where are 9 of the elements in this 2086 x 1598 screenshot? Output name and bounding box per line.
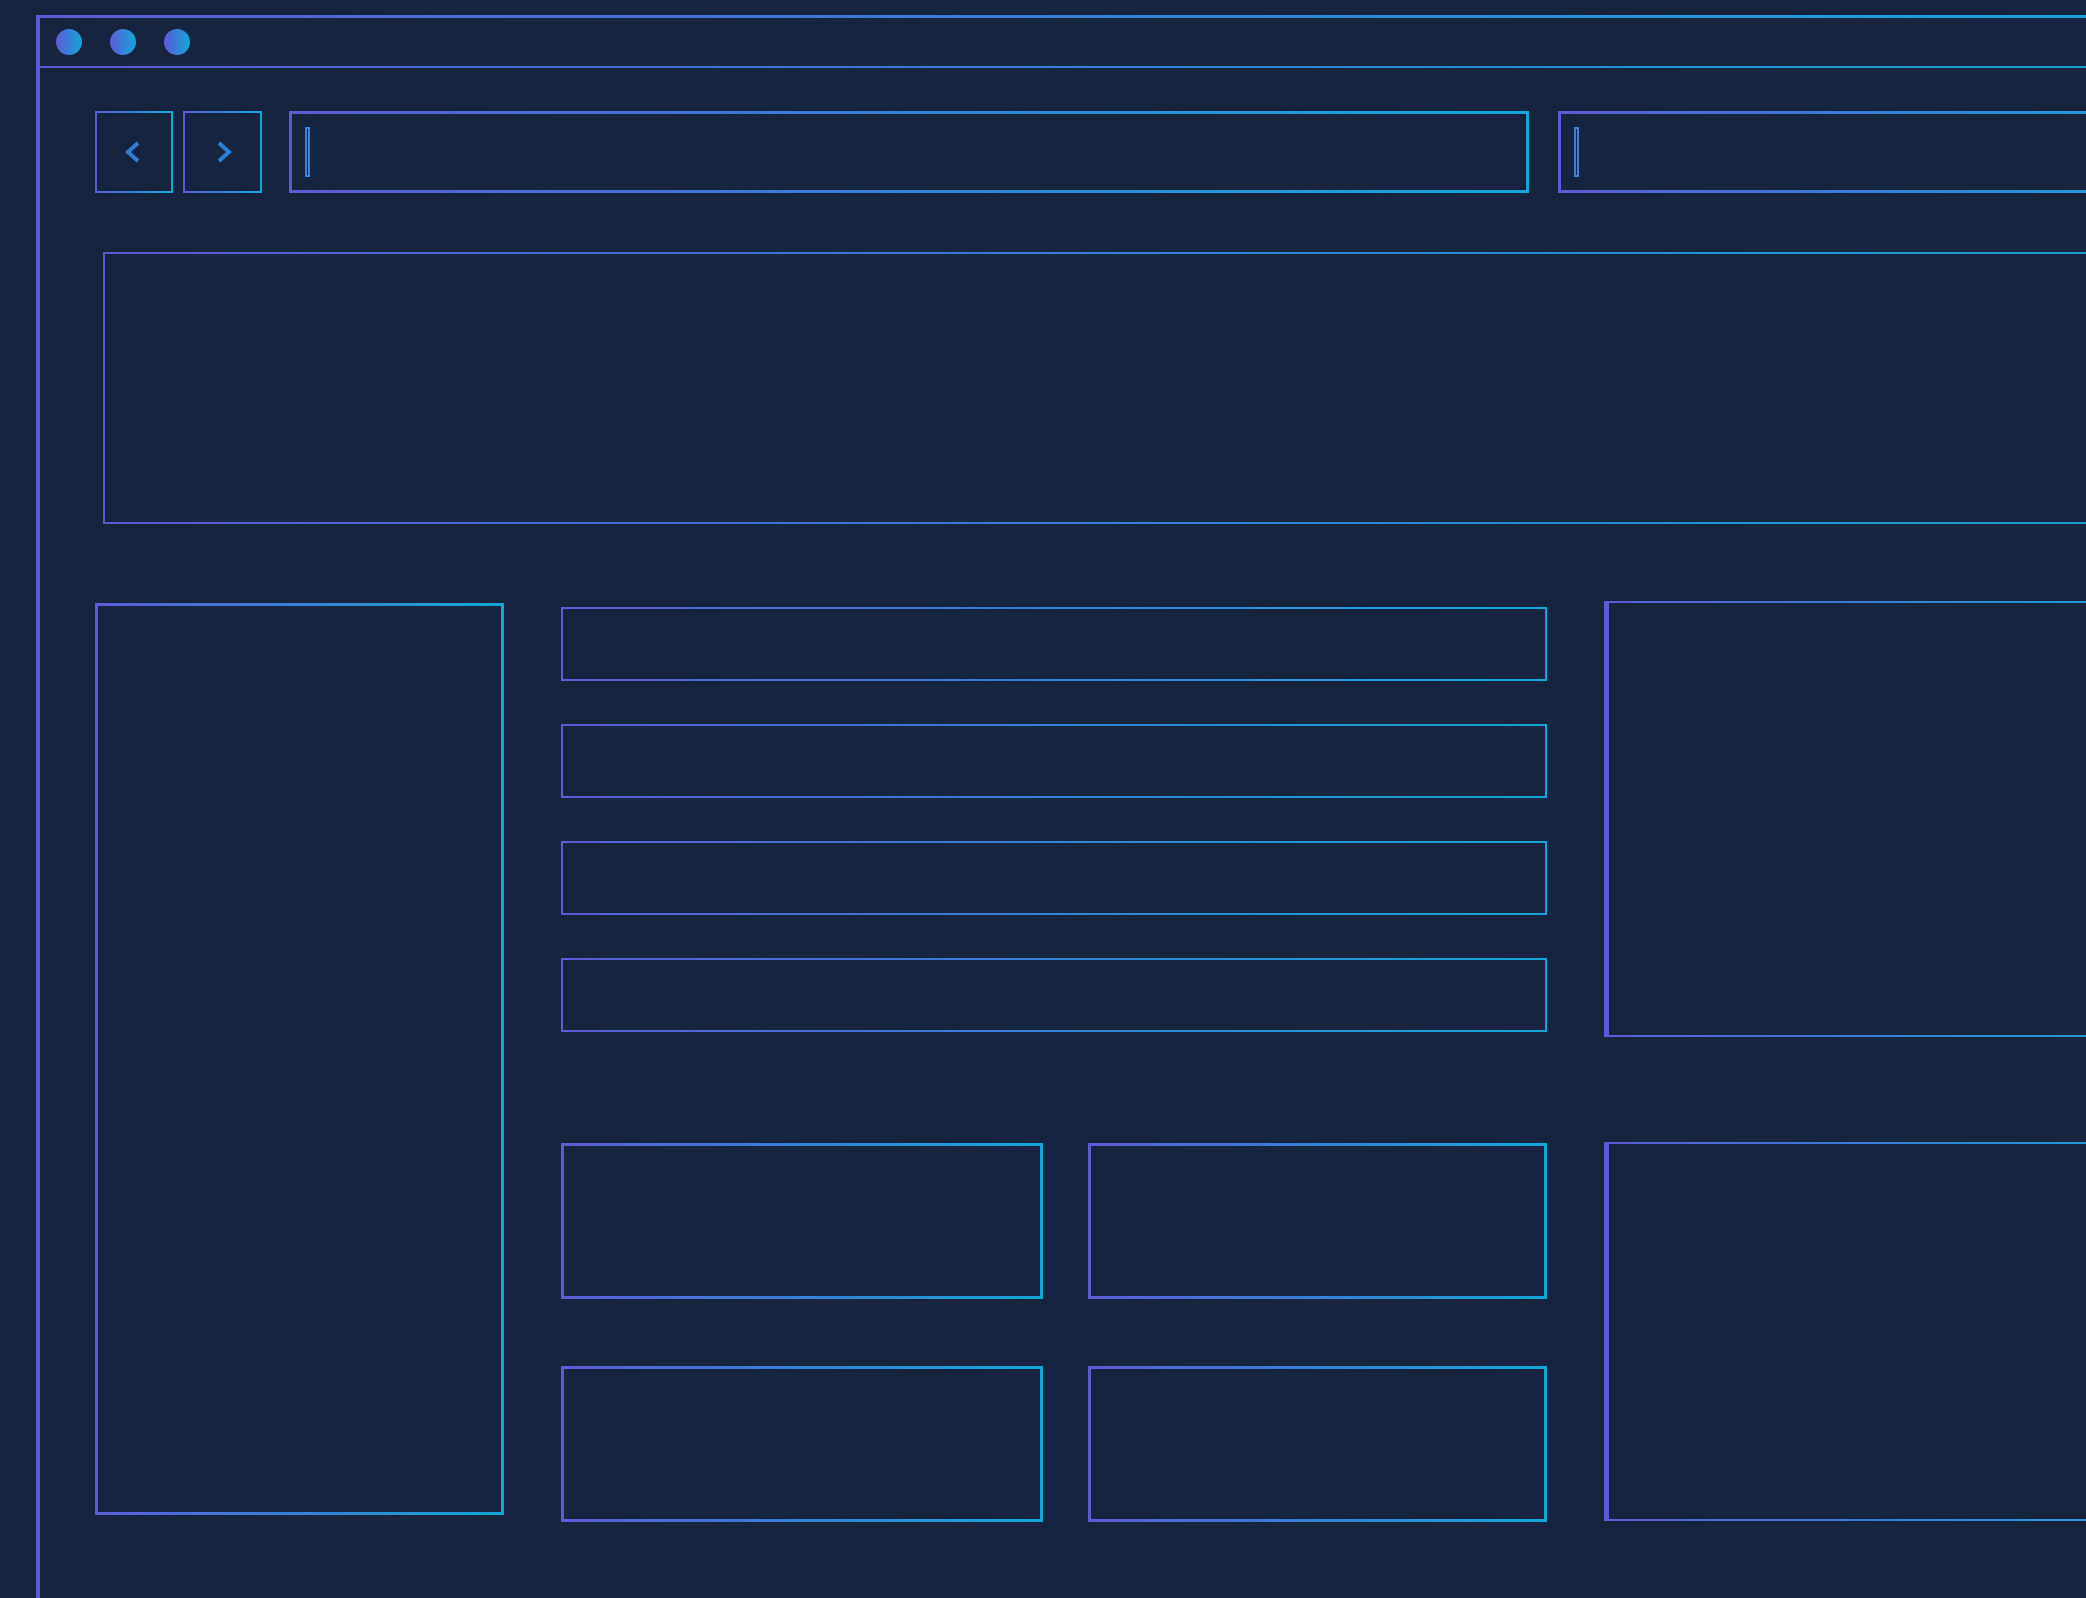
text-cursor-icon [1574, 127, 1580, 177]
window-control-dot[interactable] [164, 29, 190, 55]
back-button[interactable] [95, 111, 174, 193]
search-field[interactable] [1558, 111, 2086, 193]
forward-button[interactable] [183, 111, 262, 193]
text-cursor-icon [304, 127, 310, 177]
window-control-dot[interactable] [110, 29, 136, 55]
address-field[interactable] [288, 111, 1530, 193]
window-control-dot[interactable] [56, 29, 82, 55]
